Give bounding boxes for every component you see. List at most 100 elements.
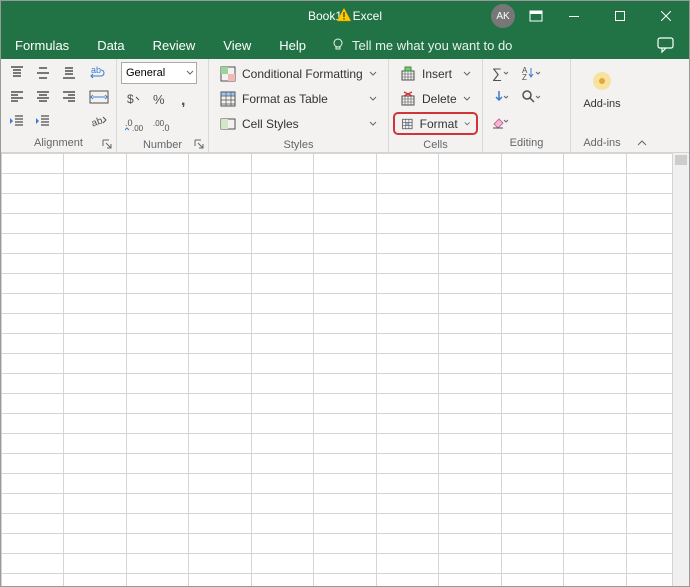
cell[interactable] xyxy=(2,514,64,534)
cell[interactable] xyxy=(314,414,376,434)
cell[interactable] xyxy=(126,374,188,394)
cell[interactable] xyxy=(439,174,501,194)
orientation-button[interactable]: ab xyxy=(85,110,113,132)
cell[interactable] xyxy=(439,574,501,587)
cell[interactable] xyxy=(2,334,64,354)
cell[interactable] xyxy=(564,474,626,494)
cell[interactable] xyxy=(189,334,251,354)
align-middle-button[interactable] xyxy=(31,62,55,84)
cell[interactable] xyxy=(189,234,251,254)
align-center-button[interactable] xyxy=(31,86,55,108)
percent-format-button[interactable]: % xyxy=(147,88,171,110)
cell[interactable] xyxy=(564,314,626,334)
cell[interactable] xyxy=(251,274,313,294)
cell[interactable] xyxy=(501,174,563,194)
cell[interactable] xyxy=(564,154,626,174)
cell[interactable] xyxy=(2,174,64,194)
cell[interactable] xyxy=(439,434,501,454)
cell[interactable] xyxy=(64,474,126,494)
cell[interactable] xyxy=(251,254,313,274)
cell[interactable] xyxy=(64,334,126,354)
cell-styles-button[interactable]: Cell Styles xyxy=(213,112,384,135)
cell[interactable] xyxy=(564,354,626,374)
user-avatar[interactable]: AK xyxy=(491,4,515,28)
cell[interactable] xyxy=(376,494,438,514)
cell[interactable] xyxy=(376,174,438,194)
cell[interactable] xyxy=(439,334,501,354)
cell[interactable] xyxy=(189,574,251,587)
cell[interactable] xyxy=(501,254,563,274)
scrollbar-thumb[interactable] xyxy=(675,155,687,165)
cell[interactable] xyxy=(439,154,501,174)
cell[interactable] xyxy=(2,574,64,587)
cell[interactable] xyxy=(2,274,64,294)
tab-review[interactable]: Review xyxy=(139,31,210,59)
cell[interactable] xyxy=(64,534,126,554)
cell[interactable] xyxy=(2,454,64,474)
cell[interactable] xyxy=(64,494,126,514)
cell[interactable] xyxy=(64,194,126,214)
cell[interactable] xyxy=(564,234,626,254)
cell[interactable] xyxy=(439,454,501,474)
cell[interactable] xyxy=(501,154,563,174)
cell[interactable] xyxy=(64,454,126,474)
cell[interactable] xyxy=(126,334,188,354)
maximize-button[interactable] xyxy=(597,1,643,31)
cell[interactable] xyxy=(376,394,438,414)
cell[interactable] xyxy=(64,254,126,274)
cell[interactable] xyxy=(439,374,501,394)
cell[interactable] xyxy=(376,314,438,334)
cell[interactable] xyxy=(189,554,251,574)
cell[interactable] xyxy=(501,474,563,494)
cell[interactable] xyxy=(439,354,501,374)
cell[interactable] xyxy=(2,214,64,234)
cell[interactable] xyxy=(314,334,376,354)
cell[interactable] xyxy=(376,154,438,174)
cell[interactable] xyxy=(564,374,626,394)
cell[interactable] xyxy=(126,514,188,534)
cell[interactable] xyxy=(501,234,563,254)
cell[interactable] xyxy=(564,294,626,314)
cell[interactable] xyxy=(189,534,251,554)
cell[interactable] xyxy=(376,534,438,554)
decrease-decimal-button[interactable]: .00.0 xyxy=(149,114,175,136)
cell[interactable] xyxy=(64,214,126,234)
cell[interactable] xyxy=(314,254,376,274)
cell[interactable] xyxy=(64,374,126,394)
cell[interactable] xyxy=(501,334,563,354)
cell[interactable] xyxy=(376,454,438,474)
collapse-ribbon-button[interactable] xyxy=(633,59,651,152)
cell[interactable] xyxy=(439,394,501,414)
cell[interactable] xyxy=(64,514,126,534)
cell[interactable] xyxy=(564,534,626,554)
cell[interactable] xyxy=(64,354,126,374)
cell[interactable] xyxy=(126,234,188,254)
cell[interactable] xyxy=(564,274,626,294)
cell[interactable] xyxy=(501,274,563,294)
align-bottom-button[interactable] xyxy=(57,62,81,84)
cell[interactable] xyxy=(251,454,313,474)
cell[interactable] xyxy=(126,254,188,274)
tab-formulas[interactable]: Formulas xyxy=(1,31,83,59)
cell[interactable] xyxy=(251,174,313,194)
tell-me-search[interactable]: Tell me what you want to do xyxy=(320,31,522,59)
cell[interactable] xyxy=(376,334,438,354)
cell[interactable] xyxy=(314,154,376,174)
cell[interactable] xyxy=(564,574,626,587)
cell[interactable] xyxy=(2,294,64,314)
cell[interactable] xyxy=(189,454,251,474)
cell[interactable] xyxy=(314,514,376,534)
cell[interactable] xyxy=(64,434,126,454)
cell[interactable] xyxy=(501,514,563,534)
cell[interactable] xyxy=(564,254,626,274)
cell[interactable] xyxy=(64,314,126,334)
cell[interactable] xyxy=(501,434,563,454)
cell[interactable] xyxy=(64,154,126,174)
cell[interactable] xyxy=(251,334,313,354)
insert-cells-button[interactable]: Insert xyxy=(393,62,478,85)
cell[interactable] xyxy=(2,314,64,334)
cell[interactable] xyxy=(2,474,64,494)
cell[interactable] xyxy=(64,554,126,574)
cell[interactable] xyxy=(564,494,626,514)
cell[interactable] xyxy=(251,314,313,334)
